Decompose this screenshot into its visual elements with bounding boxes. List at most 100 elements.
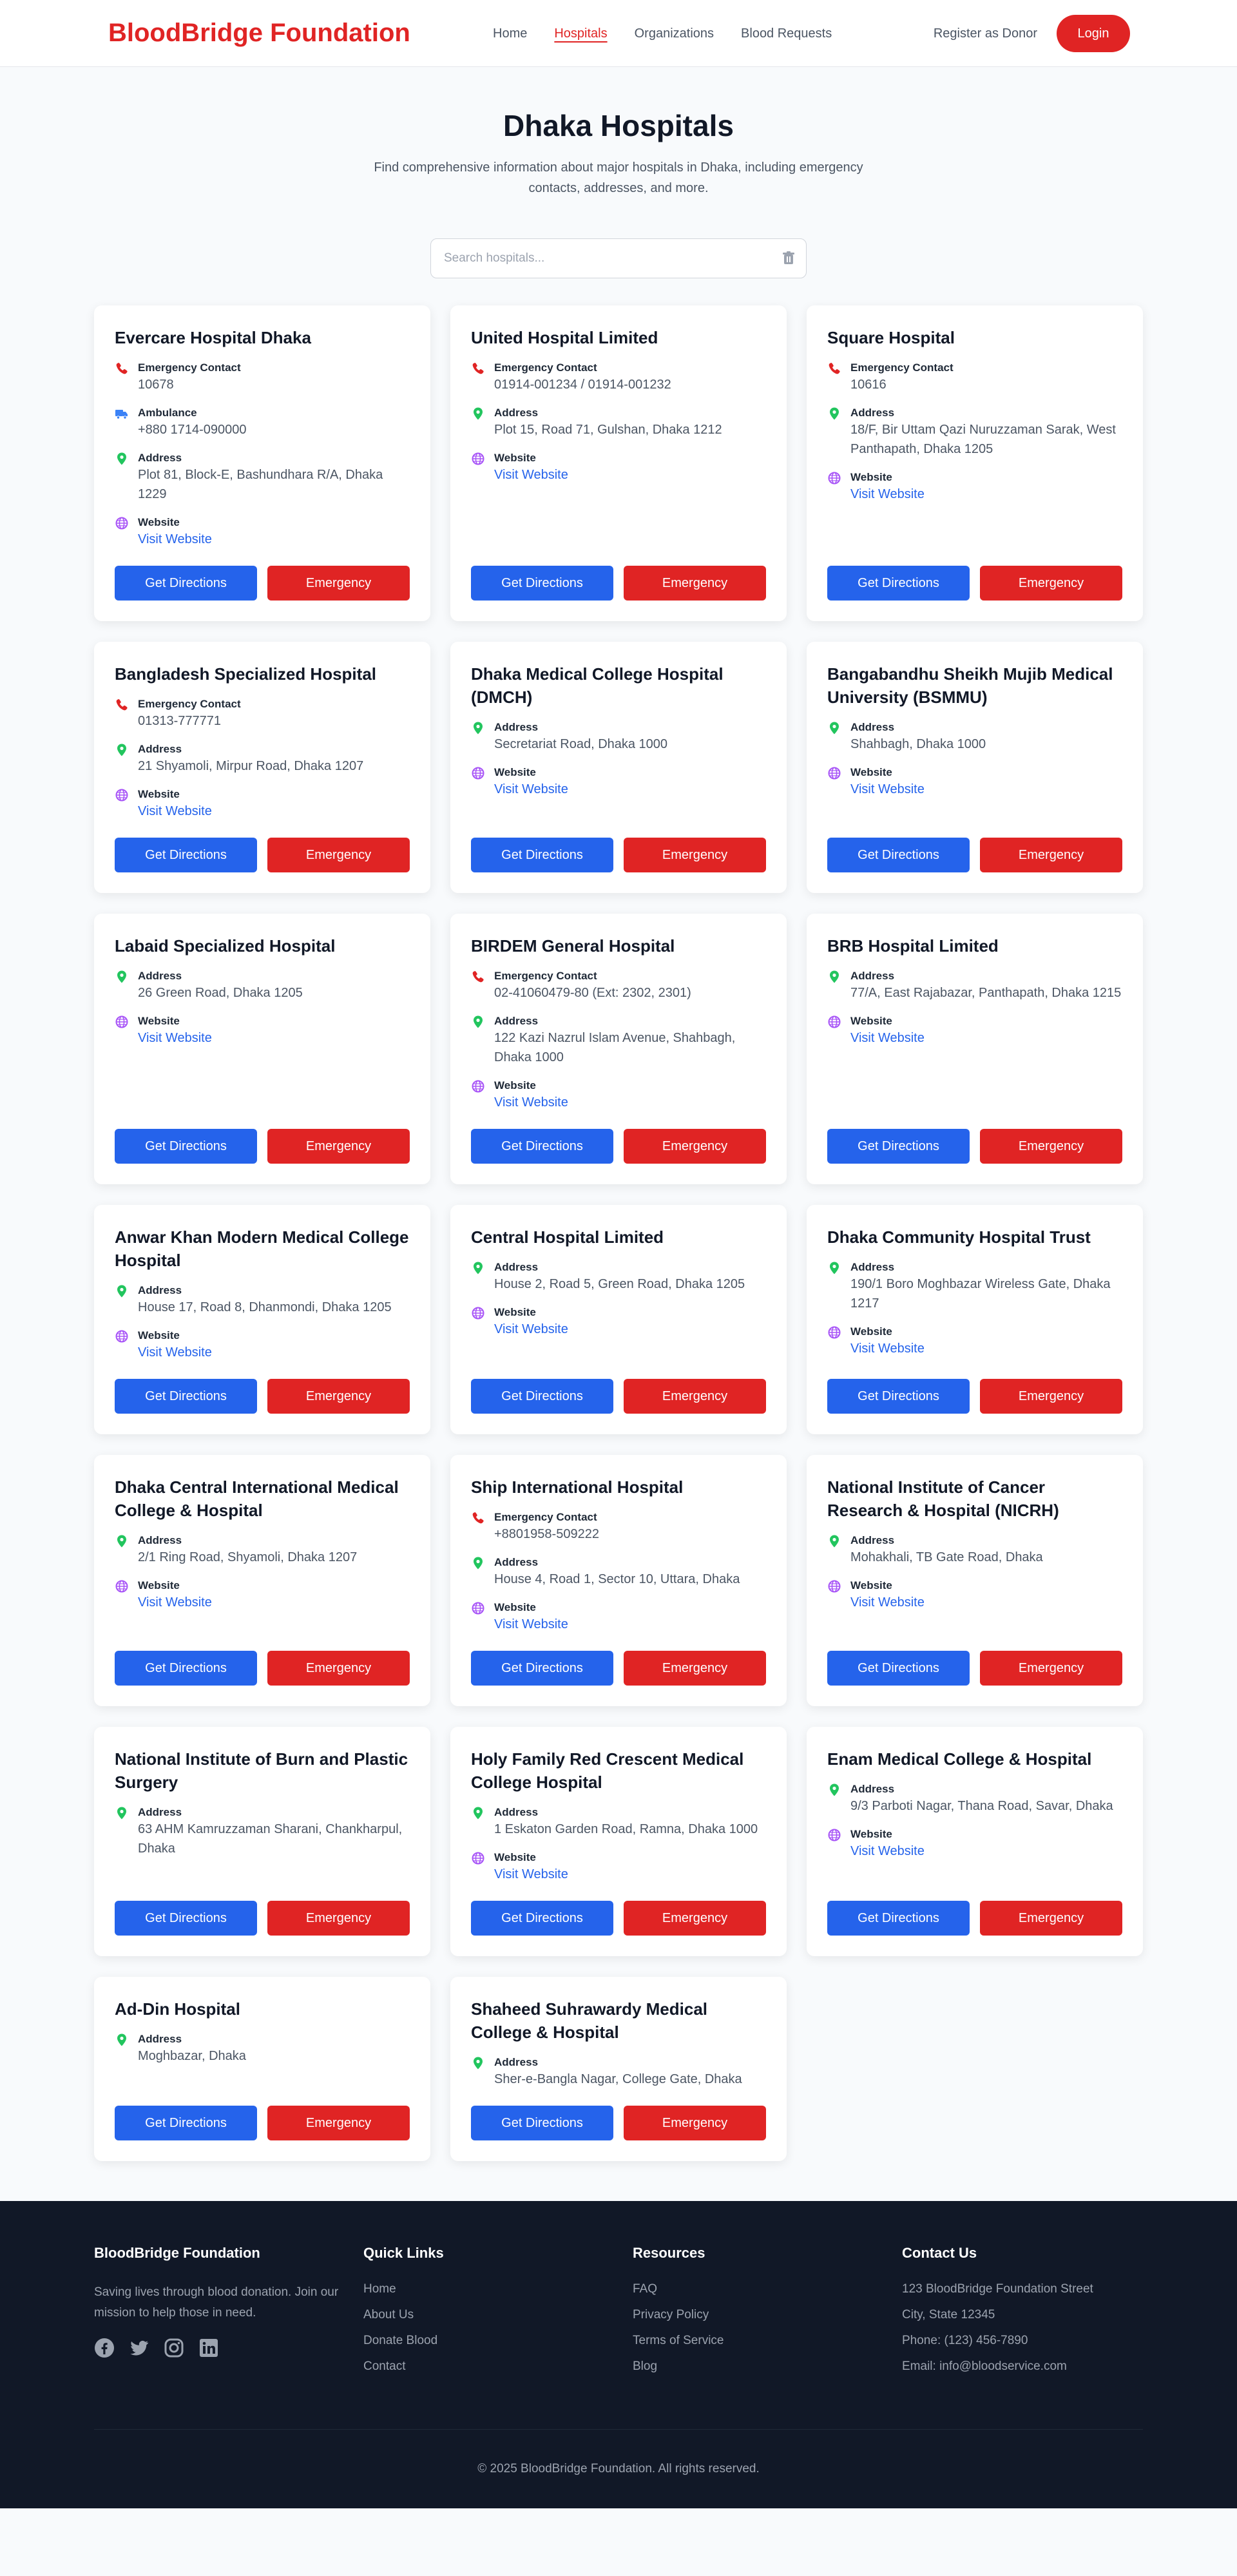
emergency-button[interactable]: Emergency (980, 1379, 1122, 1414)
emergency-button[interactable]: Emergency (267, 1651, 410, 1686)
footer-link-contact[interactable]: Contact (363, 2360, 633, 2374)
emergency-button[interactable]: Emergency (624, 2106, 766, 2140)
footer-link-terms[interactable]: Terms of Service (633, 2334, 902, 2348)
emergency-button[interactable]: Emergency (267, 1129, 410, 1164)
emergency-button[interactable]: Emergency (267, 566, 410, 601)
register-donor-link[interactable]: Register as Donor (934, 26, 1037, 41)
emergency-button[interactable]: Emergency (624, 1379, 766, 1414)
get-directions-button[interactable]: Get Directions (827, 1379, 970, 1414)
footer-link-about[interactable]: About Us (363, 2308, 633, 2322)
search-icon[interactable] (782, 251, 795, 265)
search-input[interactable] (430, 238, 807, 278)
emergency-button[interactable]: Emergency (980, 1129, 1122, 1164)
hospital-card: Central Hospital Limited Address House 2, … (450, 1205, 787, 1434)
footer-contact-street: 123 BloodBridge Foundation Street (902, 2282, 1093, 2296)
footer-link-blog[interactable]: Blog (633, 2360, 902, 2374)
visit-website-link[interactable]: Visit Website (494, 468, 568, 482)
hospital-name: United Hospital Limited (471, 328, 658, 347)
get-directions-button[interactable]: Get Directions (827, 1901, 970, 1936)
instagram-icon[interactable] (164, 2338, 184, 2358)
emergency-button[interactable]: Emergency (267, 838, 410, 872)
get-directions-button[interactable]: Get Directions (115, 1379, 257, 1414)
emergency-button[interactable]: Emergency (980, 838, 1122, 872)
get-directions-button[interactable]: Get Directions (471, 1901, 613, 1936)
get-directions-button[interactable]: Get Directions (827, 566, 970, 601)
emergency-contact-value: 10678 (138, 378, 174, 392)
footer-link-home[interactable]: Home (363, 2282, 633, 2296)
phone-icon (115, 361, 129, 376)
emergency-button[interactable]: Emergency (624, 1129, 766, 1164)
visit-website-link[interactable]: Visit Website (138, 1595, 212, 1610)
visit-website-link[interactable]: Visit Website (138, 1345, 212, 1360)
emergency-contact-label: Emergency Contact (494, 1511, 597, 1523)
visit-website-link[interactable]: Visit Website (850, 1595, 925, 1610)
brand-logo[interactable]: BloodBridge Foundation (108, 19, 410, 48)
nav-link-home[interactable]: Home (493, 26, 527, 41)
hospital-name: Central Hospital Limited (471, 1227, 664, 1247)
get-directions-button[interactable]: Get Directions (115, 566, 257, 601)
linkedin-icon[interactable] (198, 2338, 219, 2358)
top-navbar: BloodBridge Foundation Home Hospitals Or… (0, 0, 1237, 67)
visit-website-link[interactable]: Visit Website (850, 1844, 925, 1858)
get-directions-button[interactable]: Get Directions (471, 838, 613, 872)
emergency-button[interactable]: Emergency (267, 1901, 410, 1936)
search-bar (430, 238, 807, 278)
nav-link-organizations[interactable]: Organizations (635, 26, 714, 41)
footer-quick-title: Quick Links (363, 2245, 444, 2261)
visit-website-link[interactable]: Visit Website (494, 1867, 568, 1881)
get-directions-button[interactable]: Get Directions (827, 1651, 970, 1686)
visit-website-link[interactable]: Visit Website (850, 782, 925, 796)
get-directions-button[interactable]: Get Directions (827, 1129, 970, 1164)
visit-website-link[interactable]: Visit Website (138, 1031, 212, 1045)
emergency-button[interactable]: Emergency (624, 1901, 766, 1936)
get-directions-button[interactable]: Get Directions (471, 1379, 613, 1414)
emergency-button[interactable]: Emergency (980, 1651, 1122, 1686)
twitter-icon[interactable] (129, 2338, 149, 2358)
get-directions-button[interactable]: Get Directions (471, 566, 613, 601)
emergency-button[interactable]: Emergency (267, 1379, 410, 1414)
emergency-button[interactable]: Emergency (624, 566, 766, 601)
get-directions-button[interactable]: Get Directions (115, 1651, 257, 1686)
location-pin-icon (471, 1806, 485, 1820)
visit-website-link[interactable]: Visit Website (850, 1031, 925, 1045)
hospital-name: Bangladesh Specialized Hospital (115, 664, 376, 684)
visit-website-link[interactable]: Visit Website (494, 1095, 568, 1110)
get-directions-button[interactable]: Get Directions (115, 2106, 257, 2140)
address-info: Address House 4, Road 1, Sector 10, Uttar… (471, 1555, 766, 1589)
location-pin-icon (115, 970, 129, 984)
footer-link-faq[interactable]: FAQ (633, 2282, 902, 2296)
get-directions-button[interactable]: Get Directions (471, 1129, 613, 1164)
visit-website-link[interactable]: Visit Website (494, 782, 568, 796)
emergency-contact-value: 02-41060479-80 (Ext: 2302, 2301) (494, 986, 691, 1000)
emergency-button[interactable]: Emergency (624, 1651, 766, 1686)
nav-link-blood-requests[interactable]: Blood Requests (741, 26, 832, 41)
phone-icon (115, 698, 129, 712)
get-directions-button[interactable]: Get Directions (471, 1651, 613, 1686)
nav-link-hospitals[interactable]: Hospitals (554, 26, 607, 41)
address-value: 1 Eskaton Garden Road, Ramna, Dhaka 1000 (494, 1822, 758, 1836)
login-button[interactable]: Login (1057, 15, 1130, 52)
visit-website-link[interactable]: Visit Website (850, 487, 925, 501)
phone-icon (471, 1511, 485, 1525)
emergency-button[interactable]: Emergency (980, 566, 1122, 601)
get-directions-button[interactable]: Get Directions (115, 1901, 257, 1936)
get-directions-button[interactable]: Get Directions (115, 1129, 257, 1164)
visit-website-link[interactable]: Visit Website (138, 532, 212, 546)
get-directions-button[interactable]: Get Directions (827, 838, 970, 872)
card-actions: Get Directions Emergency (827, 1896, 1122, 1936)
emergency-button[interactable]: Emergency (980, 1901, 1122, 1936)
visit-website-link[interactable]: Visit Website (494, 1322, 568, 1336)
visit-website-link[interactable]: Visit Website (850, 1341, 925, 1356)
emergency-button[interactable]: Emergency (267, 2106, 410, 2140)
card-actions: Get Directions Emergency (471, 1896, 766, 1936)
get-directions-button[interactable]: Get Directions (115, 838, 257, 872)
visit-website-link[interactable]: Visit Website (138, 804, 212, 818)
footer-link-privacy[interactable]: Privacy Policy (633, 2308, 902, 2322)
website-label: Website (138, 516, 180, 528)
emergency-button[interactable]: Emergency (624, 838, 766, 872)
visit-website-link[interactable]: Visit Website (494, 1617, 568, 1631)
get-directions-button[interactable]: Get Directions (471, 2106, 613, 2140)
footer-link-donate[interactable]: Donate Blood (363, 2334, 633, 2348)
facebook-icon[interactable] (94, 2338, 115, 2358)
social-links (94, 2338, 363, 2358)
